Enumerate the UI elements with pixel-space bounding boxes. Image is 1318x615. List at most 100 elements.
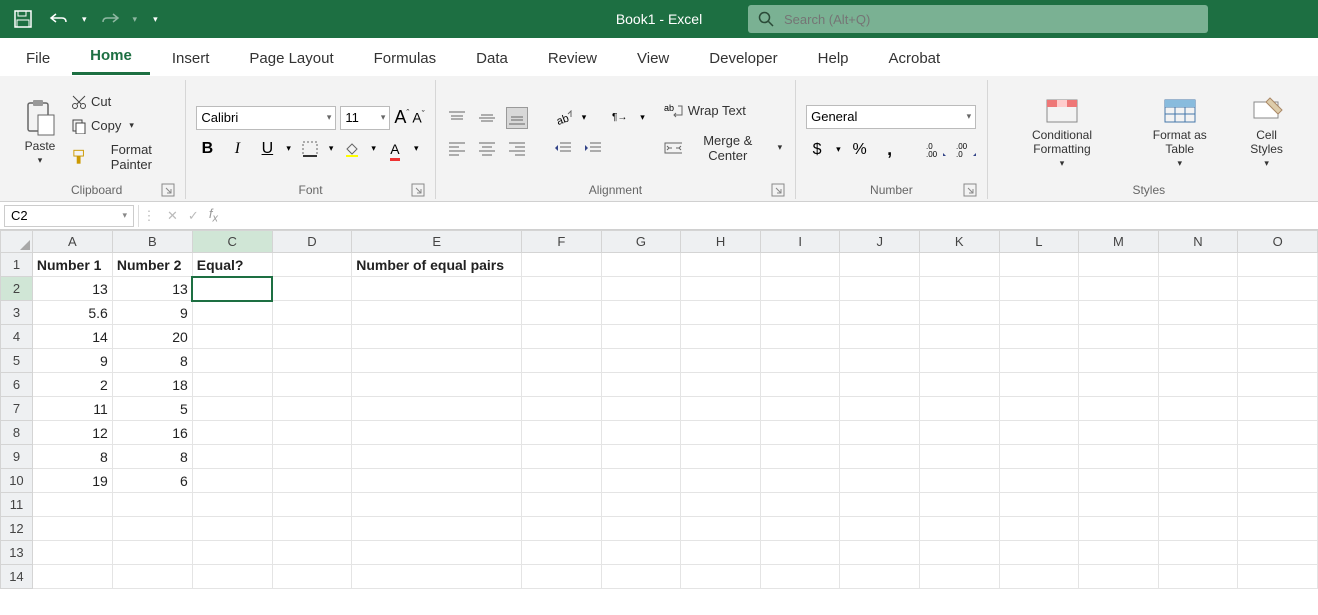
cell-H6[interactable] [681, 373, 761, 397]
tab-help[interactable]: Help [800, 42, 867, 75]
row-header-1[interactable]: 1 [1, 253, 33, 277]
cell-C4[interactable] [192, 325, 272, 349]
cell-A2[interactable]: 13 [32, 277, 112, 301]
row-header-4[interactable]: 4 [1, 325, 33, 349]
tab-page-layout[interactable]: Page Layout [231, 42, 351, 75]
cell-E11[interactable] [352, 493, 522, 517]
qat-customize-icon[interactable]: ▾ [153, 14, 158, 25]
cell-L13[interactable] [999, 541, 1079, 565]
row-header-13[interactable]: 13 [1, 541, 33, 565]
cell-L14[interactable] [999, 565, 1079, 589]
cell-K9[interactable] [919, 445, 999, 469]
cell-J14[interactable] [840, 565, 920, 589]
cell-J5[interactable] [840, 349, 920, 373]
cell-G1[interactable] [601, 253, 681, 277]
cell-L7[interactable] [999, 397, 1079, 421]
cell-C1[interactable]: Equal? [192, 253, 272, 277]
cell-N10[interactable] [1158, 469, 1238, 493]
accounting-dropdown-icon[interactable]: ▾ [836, 144, 841, 155]
comma-format-icon[interactable]: , [879, 139, 901, 161]
cell-B7[interactable]: 5 [112, 397, 192, 421]
row-header-6[interactable]: 6 [1, 373, 33, 397]
cell-M12[interactable] [1079, 517, 1159, 541]
cell-B13[interactable] [112, 541, 192, 565]
cell-J12[interactable] [840, 517, 920, 541]
cell-D5[interactable] [272, 349, 352, 373]
cell-D2[interactable] [272, 277, 352, 301]
row-header-14[interactable]: 14 [1, 565, 33, 589]
cell-H10[interactable] [681, 469, 761, 493]
cell-N2[interactable] [1158, 277, 1238, 301]
cell-H12[interactable] [681, 517, 761, 541]
cell-I2[interactable] [760, 277, 840, 301]
cell-D6[interactable] [272, 373, 352, 397]
cell-G14[interactable] [601, 565, 681, 589]
cell-L12[interactable] [999, 517, 1079, 541]
ltr-icon[interactable]: ¶→ [610, 107, 632, 129]
number-dialog-launcher-icon[interactable] [963, 183, 977, 197]
cell-D7[interactable] [272, 397, 352, 421]
cell-G12[interactable] [601, 517, 681, 541]
cell-G3[interactable] [601, 301, 681, 325]
cell-C7[interactable] [192, 397, 272, 421]
cell-H3[interactable] [681, 301, 761, 325]
conditional-formatting-button[interactable]: Conditional Formatting▾ [998, 84, 1127, 181]
increase-indent-icon[interactable] [582, 137, 604, 159]
cell-N1[interactable] [1158, 253, 1238, 277]
cell-K10[interactable] [919, 469, 999, 493]
cell-N14[interactable] [1158, 565, 1238, 589]
col-header-K[interactable]: K [919, 231, 999, 253]
cell-K13[interactable] [919, 541, 999, 565]
cell-F10[interactable] [522, 469, 602, 493]
cell-O4[interactable] [1238, 325, 1318, 349]
tab-insert[interactable]: Insert [154, 42, 228, 75]
cell-L9[interactable] [999, 445, 1079, 469]
cell-F8[interactable] [522, 421, 602, 445]
cell-L5[interactable] [999, 349, 1079, 373]
cell-F11[interactable] [522, 493, 602, 517]
cell-H9[interactable] [681, 445, 761, 469]
cell-N8[interactable] [1158, 421, 1238, 445]
cell-J2[interactable] [840, 277, 920, 301]
cell-F6[interactable] [522, 373, 602, 397]
cell-N9[interactable] [1158, 445, 1238, 469]
cell-O12[interactable] [1238, 517, 1318, 541]
cell-J11[interactable] [840, 493, 920, 517]
row-header-8[interactable]: 8 [1, 421, 33, 445]
cell-D3[interactable] [272, 301, 352, 325]
select-all-corner[interactable] [1, 231, 33, 253]
cell-N11[interactable] [1158, 493, 1238, 517]
cell-C9[interactable] [192, 445, 272, 469]
cell-J8[interactable] [840, 421, 920, 445]
cell-L10[interactable] [999, 469, 1079, 493]
italic-button[interactable]: I [226, 138, 248, 160]
cell-D4[interactable] [272, 325, 352, 349]
align-center-icon[interactable] [476, 137, 498, 159]
cell-E5[interactable] [352, 349, 522, 373]
cell-M10[interactable] [1079, 469, 1159, 493]
cell-D1[interactable] [272, 253, 352, 277]
cell-G13[interactable] [601, 541, 681, 565]
cell-L1[interactable] [999, 253, 1079, 277]
cell-K6[interactable] [919, 373, 999, 397]
cell-F1[interactable] [522, 253, 602, 277]
cell-A1[interactable]: Number 1 [32, 253, 112, 277]
cell-G10[interactable] [601, 469, 681, 493]
cell-I10[interactable] [760, 469, 840, 493]
cell-J3[interactable] [840, 301, 920, 325]
decrease-font-icon[interactable]: Aˇ [412, 109, 424, 126]
cell-B1[interactable]: Number 2 [112, 253, 192, 277]
cell-N3[interactable] [1158, 301, 1238, 325]
format-as-table-button[interactable]: Format as Table▾ [1132, 84, 1227, 181]
fx-icon[interactable]: fx [209, 206, 218, 225]
col-header-M[interactable]: M [1079, 231, 1159, 253]
cell-A3[interactable]: 5.6 [32, 301, 112, 325]
cell-I7[interactable] [760, 397, 840, 421]
decrease-decimal-icon[interactable]: .00.0 [955, 139, 977, 161]
cell-A8[interactable]: 12 [32, 421, 112, 445]
cell-I9[interactable] [760, 445, 840, 469]
cell-M7[interactable] [1079, 397, 1159, 421]
cell-J4[interactable] [840, 325, 920, 349]
cell-O1[interactable] [1238, 253, 1318, 277]
cell-I6[interactable] [760, 373, 840, 397]
